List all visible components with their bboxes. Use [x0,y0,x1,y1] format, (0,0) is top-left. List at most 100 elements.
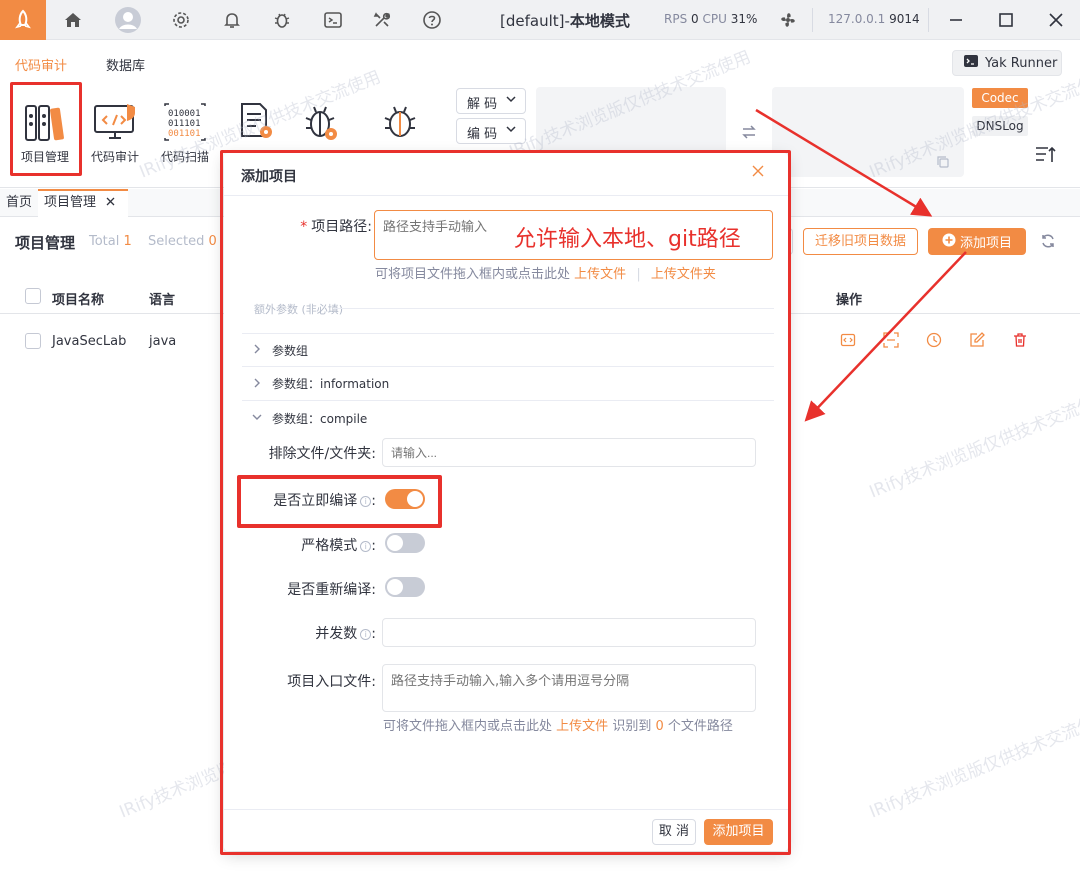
migrate-data-button[interactable]: 迁移旧项目数据 [803,228,918,255]
recompile-field-label: 是否重新编译: [287,582,376,598]
info-icon: i [360,629,372,640]
minimize-icon[interactable] [944,8,968,32]
close-window-icon[interactable] [1044,8,1068,32]
document-gear-icon [226,94,286,142]
code-view-icon[interactable] [840,332,856,352]
gear-icon[interactable] [169,8,193,32]
submit-add-project-button[interactable]: 添加项目 [704,819,773,845]
row-checkbox[interactable] [25,333,41,349]
path-hint: 可将项目文件拖入框内或点击此处 上传文件 | 上传文件夹 [375,267,716,282]
tool-bug-scan[interactable] [370,94,430,142]
watermark: IRify技术浏览版仅供技术交流使用 [866,707,1080,823]
strict-mode-label-text: 严格模式 [301,538,358,554]
add-project-modal: 添加项目 *项目路径: 允许输入本地、git路径 可将项目文件拖入框内或点击此处… [224,153,788,851]
engine-name: [default]- [500,12,570,30]
ribbon-tab-code-audit[interactable]: 代码审计 [15,55,67,74]
terminal-icon [963,54,979,72]
param-group-information-row[interactable]: 参数组：information [242,367,774,401]
codec-button[interactable]: Codec [972,88,1028,108]
cpu-value: 31% [730,12,758,26]
param-group-compile-row[interactable]: 参数组：compile [242,401,774,435]
add-project-button[interactable]: 添加项目 [928,228,1026,255]
code-audit-icon [85,94,145,142]
engine-mode: 本地模式 [569,12,630,30]
swap-icon[interactable] [741,124,757,144]
rps-label: RPS [664,12,688,26]
param-group-compile-label: 参数组：compile [272,411,368,426]
select-all-checkbox[interactable] [25,288,41,304]
code-scan-icon: 010001 011101 001101 [155,94,215,142]
exclude-input[interactable] [382,438,756,467]
sort-icon[interactable] [1034,144,1058,168]
dnslog-button[interactable]: DNSLog [972,116,1028,136]
refresh-icon[interactable] [1040,233,1056,253]
total-count: Total 1 [89,234,132,249]
app-logo-icon[interactable] [0,0,46,40]
bug-icon[interactable] [270,8,294,32]
cancel-button[interactable]: 取 消 [652,819,696,845]
port-value: 9014 [889,12,920,26]
entry-file-field-label: 项目入口文件: [287,674,376,690]
selected-label: Selected [148,234,205,249]
compile-now-label-text: 是否立即编译 [273,493,358,509]
tool-bug-config[interactable] [292,94,352,142]
strict-mode-switch[interactable] [385,533,425,553]
param-group-label: 参数组 [272,343,309,358]
yak-runner-label: Yak Runner [985,55,1058,71]
avatar-icon[interactable] [114,6,142,34]
annotation-local-git: 允许输入本地、git路径 [514,227,741,252]
concurrency-input[interactable] [382,618,756,647]
encode-select[interactable]: 编 码 [456,118,526,144]
selected-value: 0 [208,234,217,249]
copy-icon[interactable] [936,155,950,173]
title-bar: [default]-本地模式 RPS 0 CPU 31% 127.0.0.1 9… [0,0,1080,40]
tool-code-scan-label: 代码扫描 [160,150,209,164]
upload-file-link[interactable]: 上传文件 [574,267,626,282]
svg-text:010001: 010001 [168,109,201,119]
upload-folder-link[interactable]: 上传文件夹 [651,267,716,282]
home-icon[interactable] [61,8,85,32]
terminal-icon[interactable] [321,8,345,32]
tab-project-manage-label: 项目管理 [44,195,97,210]
ribbon-tab-database[interactable]: 数据库 [106,55,145,74]
history-clock-icon[interactable] [926,332,942,352]
close-icon[interactable] [752,165,766,179]
exclude-field-label: 排除文件/文件夹: [268,446,376,462]
tab-home[interactable]: 首页 [0,189,38,217]
add-project-label: 添加项目 [959,236,1012,251]
svg-text:001101: 001101 [168,129,201,139]
tools-icon[interactable] [370,8,394,32]
bell-icon[interactable] [220,8,244,32]
entry-suffix-text: 个文件路径 [667,719,733,734]
tool-code-audit[interactable]: 代码审计 [85,94,145,165]
decode-select[interactable]: 解 码 [456,88,526,114]
tool-code-scan[interactable]: 010001 011101 001101 代码扫描 [155,94,215,165]
entry-file-input[interactable] [382,664,756,712]
recompile-switch[interactable] [385,577,425,597]
tab-project-manage[interactable]: 项目管理 [38,189,128,217]
param-group-row[interactable]: 参数组 [242,333,774,367]
chevron-down-icon [242,411,272,425]
edit-icon[interactable] [969,332,985,352]
scan-icon[interactable] [883,332,899,352]
entry-file-hint: 可将文件拖入框内或点击此处 上传文件 识别到 0 个文件路径 [383,718,763,735]
close-icon[interactable] [106,195,115,210]
row-actions [840,332,1028,352]
entry-count: 0 [655,719,664,734]
page-title: 项目管理 [15,234,76,252]
project-manage-highlight [10,82,82,176]
chevron-right-icon [242,377,272,391]
window-title: [default]-本地模式 [500,10,630,31]
help-icon[interactable] [420,8,444,32]
strict-mode-field-label: 严格模式 i: [301,538,376,554]
trash-icon[interactable] [1012,332,1028,352]
yak-runner-button[interactable]: Yak Runner [952,50,1062,76]
tool-rules-doc[interactable] [226,94,286,142]
maximize-icon[interactable] [994,8,1018,32]
modal-title: 添加项目 [241,169,297,185]
compile-now-switch[interactable] [385,489,425,509]
entry-upload-link[interactable]: 上传文件 [556,719,608,734]
tool-code-audit-label: 代码审计 [90,150,139,164]
language-cell: java [149,334,177,349]
rps-value: 0 [691,12,699,26]
